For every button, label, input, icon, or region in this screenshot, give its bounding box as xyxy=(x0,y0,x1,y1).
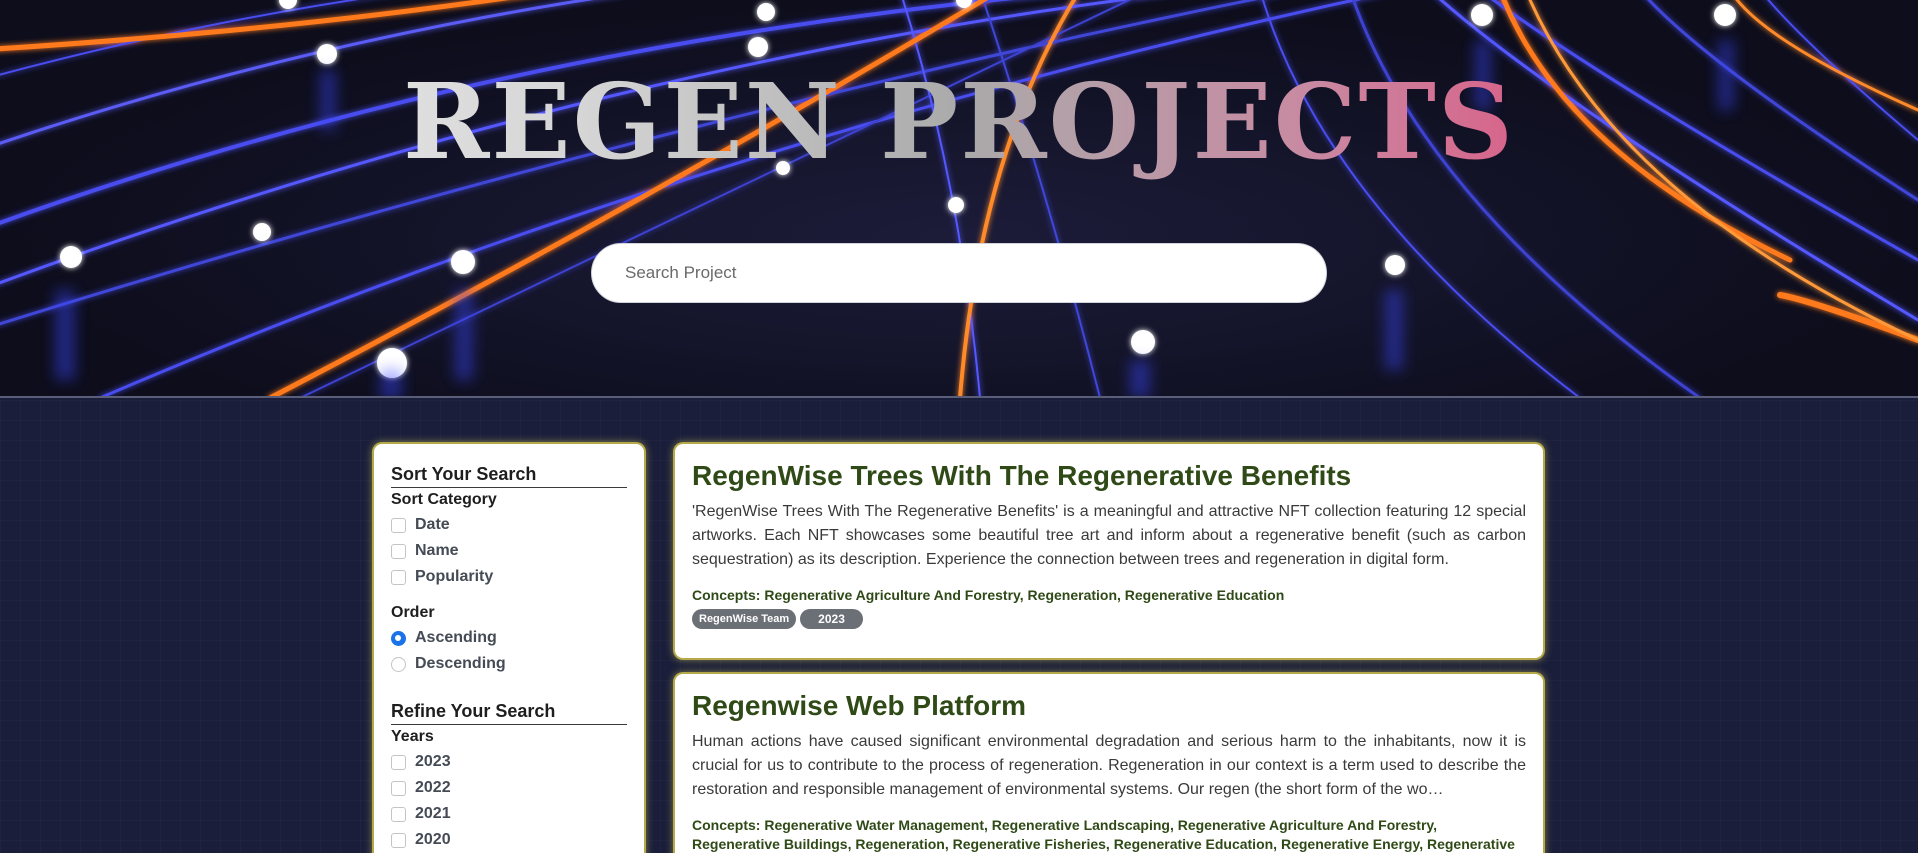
year-2023-checkbox[interactable] xyxy=(391,754,406,770)
year-option-label: 2020 xyxy=(415,831,451,848)
year-option-2020[interactable]: 2020 xyxy=(391,827,627,853)
year-option-2021[interactable]: 2021 xyxy=(391,801,627,827)
popularity-checkbox[interactable] xyxy=(391,569,406,585)
year-option-2022[interactable]: 2022 xyxy=(391,775,627,801)
date-checkbox[interactable] xyxy=(391,517,406,533)
page-title: REGEN PROJECTS xyxy=(0,62,1918,182)
sort-option-popularity[interactable]: Popularity xyxy=(391,564,627,590)
project-card[interactable]: Regenwise Web Platform Human actions hav… xyxy=(675,674,1543,853)
order-option-ascending[interactable]: Ascending xyxy=(391,625,627,651)
years-label: Years xyxy=(391,728,434,745)
year-option-label: 2022 xyxy=(415,779,451,796)
sort-option-label: Name xyxy=(415,542,459,559)
sort-option-label: Popularity xyxy=(415,568,494,585)
hero-banner: REGEN PROJECTS xyxy=(0,0,1918,398)
sort-option-label: Date xyxy=(415,516,450,533)
search-input[interactable] xyxy=(625,263,1293,283)
project-concepts: Concepts: Regenerative Agriculture And F… xyxy=(692,587,1285,603)
sort-heading: Sort Your Search xyxy=(391,464,627,488)
year-option-label: 2021 xyxy=(415,805,451,822)
order-option-label: Descending xyxy=(415,655,506,672)
project-description: Human actions have caused significant en… xyxy=(692,733,1526,798)
name-checkbox[interactable] xyxy=(391,543,406,559)
project-title[interactable]: Regenwise Web Platform xyxy=(692,688,1526,724)
ascending-radio[interactable] xyxy=(391,630,406,646)
year-2022-checkbox[interactable] xyxy=(391,780,406,796)
refine-heading: Refine Your Search xyxy=(391,701,627,725)
year-2020-checkbox[interactable] xyxy=(391,832,406,848)
project-card[interactable]: RegenWise Trees With The Regenerative Be… xyxy=(675,444,1543,658)
search-bar[interactable] xyxy=(591,243,1327,303)
team-badge: RegenWise Team xyxy=(692,609,797,629)
sort-category-label: Sort Category xyxy=(391,491,497,508)
descending-radio[interactable] xyxy=(391,656,406,672)
project-description: 'RegenWise Trees With The Regenerative B… xyxy=(692,503,1526,568)
year-2021-checkbox[interactable] xyxy=(391,806,406,822)
filter-sidebar: Sort Your Search Sort Category Date Name… xyxy=(374,444,644,853)
order-label: Order xyxy=(391,604,435,621)
order-option-descending[interactable]: Descending xyxy=(391,651,627,677)
project-concepts: Concepts: Regenerative Water Management,… xyxy=(692,817,1515,852)
sort-option-date[interactable]: Date xyxy=(391,512,627,538)
year-badge: 2023 xyxy=(800,609,863,629)
year-option-2023[interactable]: 2023 xyxy=(391,749,627,775)
order-option-label: Ascending xyxy=(415,629,497,646)
sort-option-name[interactable]: Name xyxy=(391,538,627,564)
project-tags: RegenWise Team 2023 xyxy=(692,609,1526,629)
project-title[interactable]: RegenWise Trees With The Regenerative Be… xyxy=(692,458,1526,494)
year-option-label: 2023 xyxy=(415,753,451,770)
